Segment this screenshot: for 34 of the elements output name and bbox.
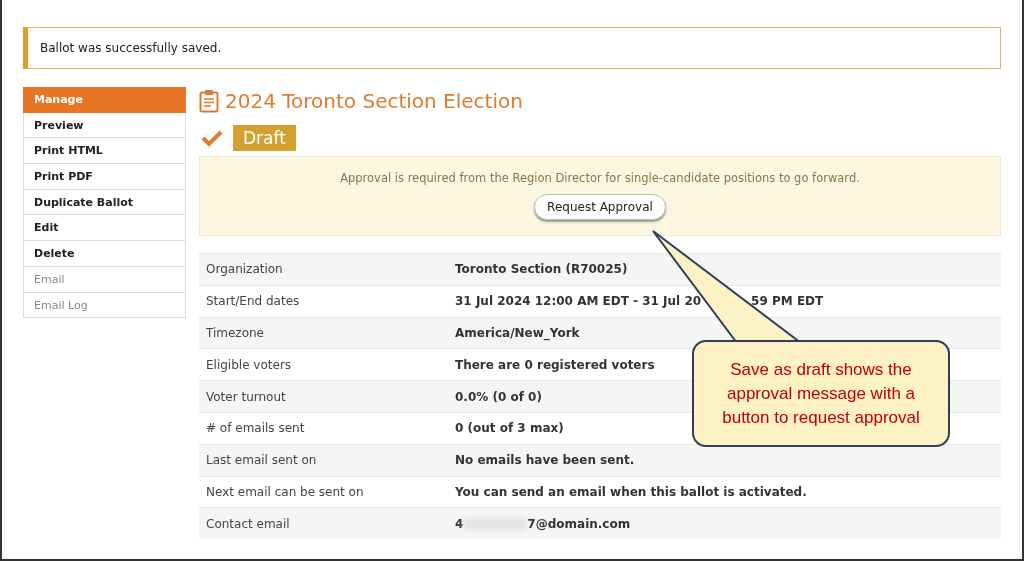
detail-label: Last email sent on (205, 453, 318, 468)
detail-value: 59 PM EDT (751, 294, 824, 309)
detail-value: 7@domain.com (527, 516, 631, 531)
sidebar-item[interactable]: Preview (23, 112, 186, 139)
detail-value: No emails have been sent. (455, 453, 635, 468)
detail-value: America/New_York (455, 326, 580, 340)
detail-label: Next email can be sent on (205, 484, 365, 499)
detail-value: 4 (455, 516, 464, 531)
detail-value: There are 0 registered voters (455, 357, 655, 372)
checkmark-icon (201, 129, 223, 147)
sidebar-item[interactable]: Delete (23, 241, 186, 267)
page-title: 2024 Toronto Section Election (225, 89, 523, 113)
detail-value: 0.0% (0 of 0) (455, 389, 542, 404)
detail-label: Voter turnout (205, 389, 287, 404)
detail-label: Organization (205, 262, 284, 277)
detail-value: Toronto Section (R70025) (455, 262, 628, 277)
request-approval-button[interactable]: Request Approval (534, 194, 666, 220)
status-badge: Draft (233, 125, 296, 151)
detail-label: Eligible voters (205, 357, 293, 372)
sidebar-item[interactable]: Duplicate Ballot (23, 189, 186, 216)
detail-label: Timezone (205, 326, 265, 340)
detail-value: You can send an email when this ballot is activated. (455, 484, 807, 499)
detail-label: Contact email (205, 516, 291, 531)
detail-value: 31 Jul 2024 12:00 AM EDT - 31 Jul 20 (455, 294, 702, 309)
detail-label: Start/End dates (205, 294, 301, 309)
clipboard-icon (199, 89, 219, 113)
detail-label: # of emails sent (205, 421, 306, 436)
detail-value: 0 (out of 3 max) (455, 421, 564, 436)
callout-text: Save as draft shows the approval message with a button to request approval (721, 358, 921, 429)
sidebar-item[interactable]: Print HTML (23, 138, 186, 165)
notice-text: Ballot was successfully saved. (40, 41, 222, 55)
sidebar-item[interactable]: Edit (23, 215, 186, 242)
approval-message: Approval is required from the Region Director for single-candidate positions to go forward. (340, 171, 860, 185)
sidebar-item[interactable]: Print PDF (23, 164, 186, 190)
